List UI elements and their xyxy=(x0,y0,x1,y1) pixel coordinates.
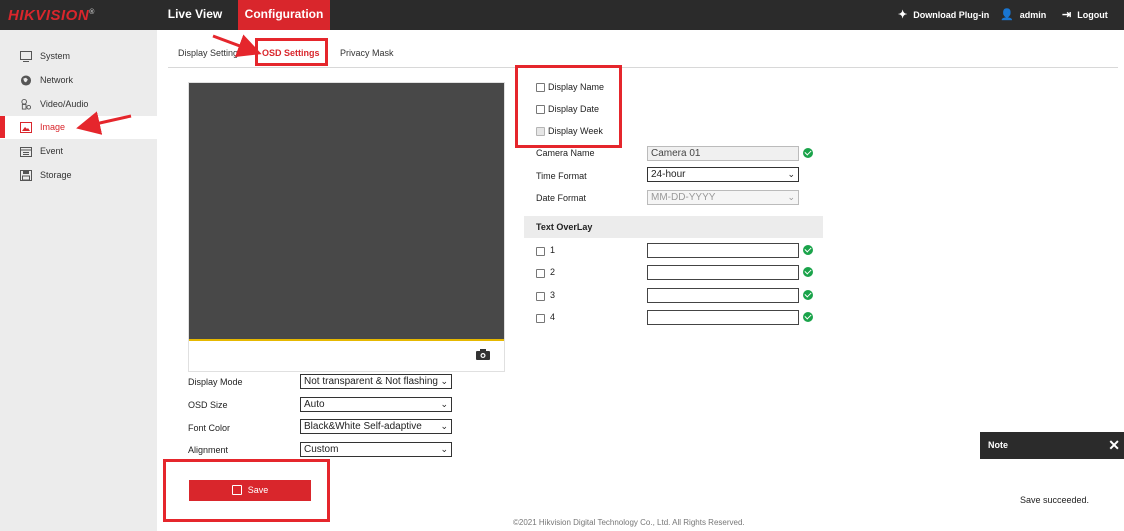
chevron-down-icon: ⌄ xyxy=(440,399,448,409)
highlight-save-button xyxy=(163,459,330,522)
user-menu[interactable]: 👤 admin xyxy=(1000,0,1046,30)
text-overlay-2-input[interactable] xyxy=(647,265,799,280)
highlight-image-item xyxy=(0,116,5,138)
date-format-label: Date Format xyxy=(536,193,587,203)
chevron-down-icon: ⌄ xyxy=(787,192,795,202)
alignment-select[interactable]: Custom ⌄ xyxy=(300,442,452,457)
video-preview-area[interactable] xyxy=(189,83,504,341)
note-popup-header: Note ✕ xyxy=(980,432,1124,459)
globe-icon xyxy=(20,75,32,86)
check-ok-icon xyxy=(803,148,813,158)
camera-name-label: Camera Name xyxy=(536,148,595,158)
sidebar-item-event[interactable]: Event xyxy=(0,140,157,163)
text-overlay-1-checkbox[interactable] xyxy=(536,247,545,256)
sidebar-item-label: Video/Audio xyxy=(40,99,89,109)
chevron-down-icon: ⌄ xyxy=(440,376,448,386)
text-overlay-3-input[interactable] xyxy=(647,288,799,303)
text-overlay-1-label: 1 xyxy=(550,245,556,255)
text-overlay-4-input[interactable] xyxy=(647,310,799,325)
camera-name-field[interactable]: Camera 01 xyxy=(647,146,799,161)
nav-live-view[interactable]: Live View xyxy=(160,0,230,30)
text-overlay-4-label: 4 xyxy=(550,312,556,322)
logout-link[interactable]: ⇥ Logout xyxy=(1062,0,1108,30)
osd-size-label: OSD Size xyxy=(188,400,228,410)
text-overlay-header: Text OverLay xyxy=(524,216,823,238)
chevron-down-icon: ⌄ xyxy=(440,444,448,454)
display-mode-label: Display Mode xyxy=(188,377,243,387)
check-ok-icon xyxy=(803,245,813,255)
plugin-icon: ✦ xyxy=(898,9,908,21)
font-color-select[interactable]: Black&White Self-adaptive ⌄ xyxy=(300,419,452,434)
camera-snapshot-icon[interactable] xyxy=(476,349,490,360)
sidebar-item-label: Network xyxy=(40,75,74,85)
copyright-footer: ©2021 Hikvision Digital Technology Co., … xyxy=(513,518,745,527)
hikvision-logo: HIKVISION® xyxy=(8,7,95,24)
note-title: Note xyxy=(988,440,1008,450)
note-message: Save succeeded. xyxy=(1020,495,1090,505)
chevron-down-icon: ⌄ xyxy=(787,169,795,179)
highlight-display-checkboxes xyxy=(515,65,622,148)
check-ok-icon xyxy=(803,290,813,300)
time-format-label: Time Format xyxy=(536,171,587,181)
display-mode-select[interactable]: Not transparent & Not flashing ⌄ xyxy=(300,374,452,389)
sidebar-item-label: Image xyxy=(40,122,66,132)
highlight-osd-tab xyxy=(255,38,328,66)
sidebar-item-network[interactable]: Network xyxy=(0,69,157,92)
tab-display-settings[interactable]: Display Settings xyxy=(178,43,243,63)
text-overlay-3-checkbox[interactable] xyxy=(536,292,545,301)
font-color-label: Font Color xyxy=(188,423,231,433)
monitor-icon xyxy=(20,51,32,62)
sidebar-item-image[interactable]: Image xyxy=(0,116,157,139)
text-overlay-3-label: 3 xyxy=(550,290,556,300)
sidebar-item-label: System xyxy=(40,51,71,61)
sidebar-item-label: Storage xyxy=(40,170,72,180)
check-ok-icon xyxy=(803,267,813,277)
alignment-label: Alignment xyxy=(188,445,229,455)
text-overlay-2-label: 2 xyxy=(550,267,556,277)
close-icon[interactable]: ✕ xyxy=(1108,432,1120,459)
text-overlay-2-checkbox[interactable] xyxy=(536,269,545,278)
text-overlay-1-input[interactable] xyxy=(647,243,799,258)
sidebar: System Network Video/Audio Image Event S… xyxy=(0,30,157,531)
nav-configuration[interactable]: Configuration xyxy=(238,0,330,30)
user-icon: 👤 xyxy=(1000,9,1014,21)
video-audio-icon xyxy=(21,99,32,110)
sidebar-item-system[interactable]: System xyxy=(0,45,157,68)
video-preview[interactable] xyxy=(188,82,505,372)
top-bar: HIKVISION® Live View Configuration ✦ Down… xyxy=(0,0,1124,30)
text-overlay-4-checkbox[interactable] xyxy=(536,314,545,323)
image-icon xyxy=(20,122,32,133)
date-format-select[interactable]: MM-DD-YYYY ⌄ xyxy=(647,190,799,205)
sidebar-item-label: Event xyxy=(40,146,64,156)
sidebar-item-storage[interactable]: Storage xyxy=(0,164,157,187)
floppy-icon xyxy=(20,170,32,181)
check-ok-icon xyxy=(803,312,813,322)
time-format-select[interactable]: 24-hour ⌄ xyxy=(647,167,799,182)
chevron-down-icon: ⌄ xyxy=(440,421,448,431)
download-plugin-link[interactable]: ✦ Download Plug-in xyxy=(898,0,989,30)
logout-icon: ⇥ xyxy=(1062,9,1072,21)
tab-divider xyxy=(168,67,1118,68)
sidebar-item-video-audio[interactable]: Video/Audio xyxy=(0,93,157,116)
calendar-icon xyxy=(20,147,32,157)
tab-privacy-mask[interactable]: Privacy Mask xyxy=(340,43,394,63)
osd-size-select[interactable]: Auto ⌄ xyxy=(300,397,452,412)
